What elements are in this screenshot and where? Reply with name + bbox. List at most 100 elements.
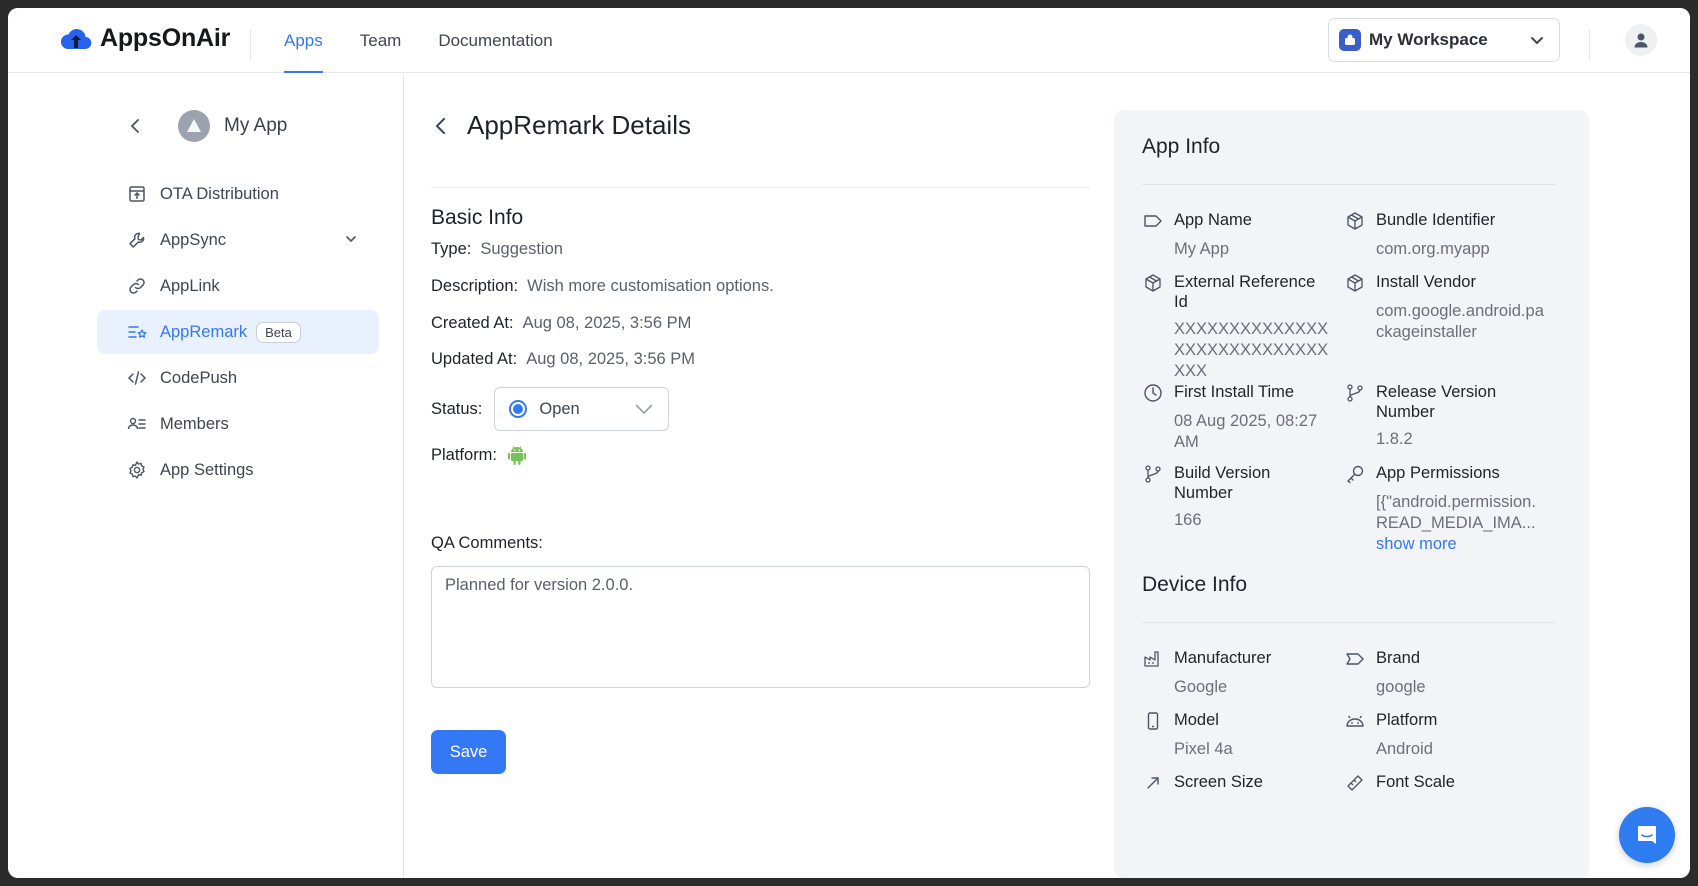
divider [250,30,251,60]
status-field: Status: Open [431,387,670,431]
created-at-field: Created At: Aug 08, 2025, 3:56 PM [431,314,691,333]
type-label: Type: [431,240,472,258]
platform-label: Platform: [431,445,498,464]
sidebar-item-label: CodePush [160,368,238,387]
nav-team[interactable]: Team [360,8,402,73]
sidebar: My App OTA Distribution AppSync AppLink … [8,74,404,878]
workspace-icon [1339,29,1361,51]
nav-apps[interactable]: Apps [284,8,323,73]
updated-at-label: Updated At: [431,350,518,368]
sidebar-item-applink[interactable]: AppLink [97,264,379,308]
qa-comments-textarea[interactable]: Planned for version 2.0.0. [431,566,1090,688]
top-navbar: AppsOnAir Apps Team Documentation My Wor… [8,8,1690,73]
beta-badge: Beta [256,321,301,343]
show-more-link[interactable]: show more [1376,534,1536,555]
cloud-upload-icon [60,28,92,49]
box-icon [1344,272,1366,294]
status-value: Open [539,399,580,418]
status-label: Status: [431,399,483,418]
brand-logo[interactable]: AppsOnAir [60,24,230,53]
app-name: My App [224,115,288,136]
box-icon [1344,210,1366,232]
main-content: AppRemark Details Basic Info Type: Sugge… [405,74,1105,878]
sidebar-item-members[interactable]: Members [97,402,379,446]
sidebar-item-label: AppRemark [160,322,248,341]
build-version-info: Build Version Number 166 [1142,463,1332,531]
first-install-time-info: First Install Time 08 Aug 2025, 08:27 AM [1142,382,1342,453]
factory-icon [1142,648,1164,670]
sidebar-item-label: OTA Distribution [160,184,279,203]
nav-documentation[interactable]: Documentation [438,8,552,73]
sidebar-item-appsync[interactable]: AppSync [97,218,379,262]
key-icon [1344,463,1366,485]
wrench-icon [126,229,148,251]
sidebar-item-app-settings[interactable]: App Settings [97,448,379,492]
app-info-heading: App Info [1142,135,1221,158]
android-outline-icon [1344,710,1366,732]
release-version-info: Release Version Number 1.8.2 [1344,382,1524,450]
divider [431,187,1090,188]
user-icon [1634,33,1648,48]
status-select[interactable]: Open [494,387,670,431]
updated-at-field: Updated At: Aug 08, 2025, 3:56 PM [431,350,695,369]
back-icon[interactable] [128,116,148,136]
status-radio-icon [509,400,528,418]
link-icon [126,275,148,297]
page-header: AppRemark Details [431,110,691,141]
ruler-icon [1344,772,1366,794]
workspace-name: My Workspace [1369,30,1488,49]
android-icon [508,446,527,465]
app-name-info: App Name My App [1142,210,1342,260]
type-value: Suggestion [480,240,563,258]
info-value: 08 Aug 2025, 08:27 AM [1174,412,1318,451]
info-value: Android [1376,740,1433,758]
divider [1142,184,1556,185]
info-label: Model [1174,711,1219,729]
info-value: Google [1174,678,1228,696]
info-label: Platform [1376,711,1438,729]
chat-support-button[interactable] [1619,807,1675,863]
save-button[interactable]: Save [431,730,506,774]
info-value: 1.8.2 [1376,430,1413,448]
sidebar-menu: OTA Distribution AppSync AppLink AppRema… [97,172,379,494]
info-value: XXXXXXXXXXXXXXXXXXXXXXXXXXXXXXX [1174,320,1329,380]
chat-icon [1638,826,1656,844]
back-arrow-icon[interactable] [431,115,451,137]
chevron-down-icon[interactable] [343,231,359,247]
sidebar-item-ota-distribution[interactable]: OTA Distribution [97,172,379,216]
app-window: AppsOnAir Apps Team Documentation My Wor… [8,8,1690,878]
sidebar-item-label: AppSync [160,230,227,249]
members-icon [126,413,148,435]
sidebar-item-appremark[interactable]: AppRemark Beta [97,310,379,354]
platform-info: Platform Android [1344,710,1544,760]
gear-icon [126,459,148,481]
chevron-down-icon [635,404,653,415]
info-label: First Install Time [1174,383,1295,401]
info-value: My App [1174,240,1230,258]
page-title: AppRemark Details [467,110,691,140]
description-value: Wish more customisation options. [527,277,774,295]
info-value: com.google.android.packageinstaller [1376,302,1544,341]
info-value: google [1376,678,1426,696]
manufacturer-info: Manufacturer Google [1142,648,1342,698]
sidebar-item-codepush[interactable]: CodePush [97,356,379,400]
created-at-label: Created At: [431,314,514,332]
workspace-selector[interactable]: My Workspace [1328,18,1560,62]
user-avatar[interactable] [1625,24,1657,56]
sidebar-item-label: AppLink [160,276,220,295]
description-label: Description: [431,277,519,295]
divider [1589,30,1590,60]
info-label: Build Version Number [1174,464,1271,502]
app-avatar [178,110,210,142]
info-value: Pixel 4a [1174,740,1233,758]
sidebar-item-label: Members [160,414,229,433]
updated-at-value: Aug 08, 2025, 3:56 PM [526,350,696,368]
info-label: Brand [1376,649,1421,667]
qa-comments-label: QA Comments: [431,534,543,552]
divider [1142,622,1556,623]
device-info-heading: Device Info [1142,573,1248,596]
font-scale-info: Font Scale [1344,772,1544,794]
model-info: Model Pixel 4a [1142,710,1342,760]
platform-field: Platform: [431,444,527,466]
main-nav: Apps Team Documentation [284,8,553,73]
